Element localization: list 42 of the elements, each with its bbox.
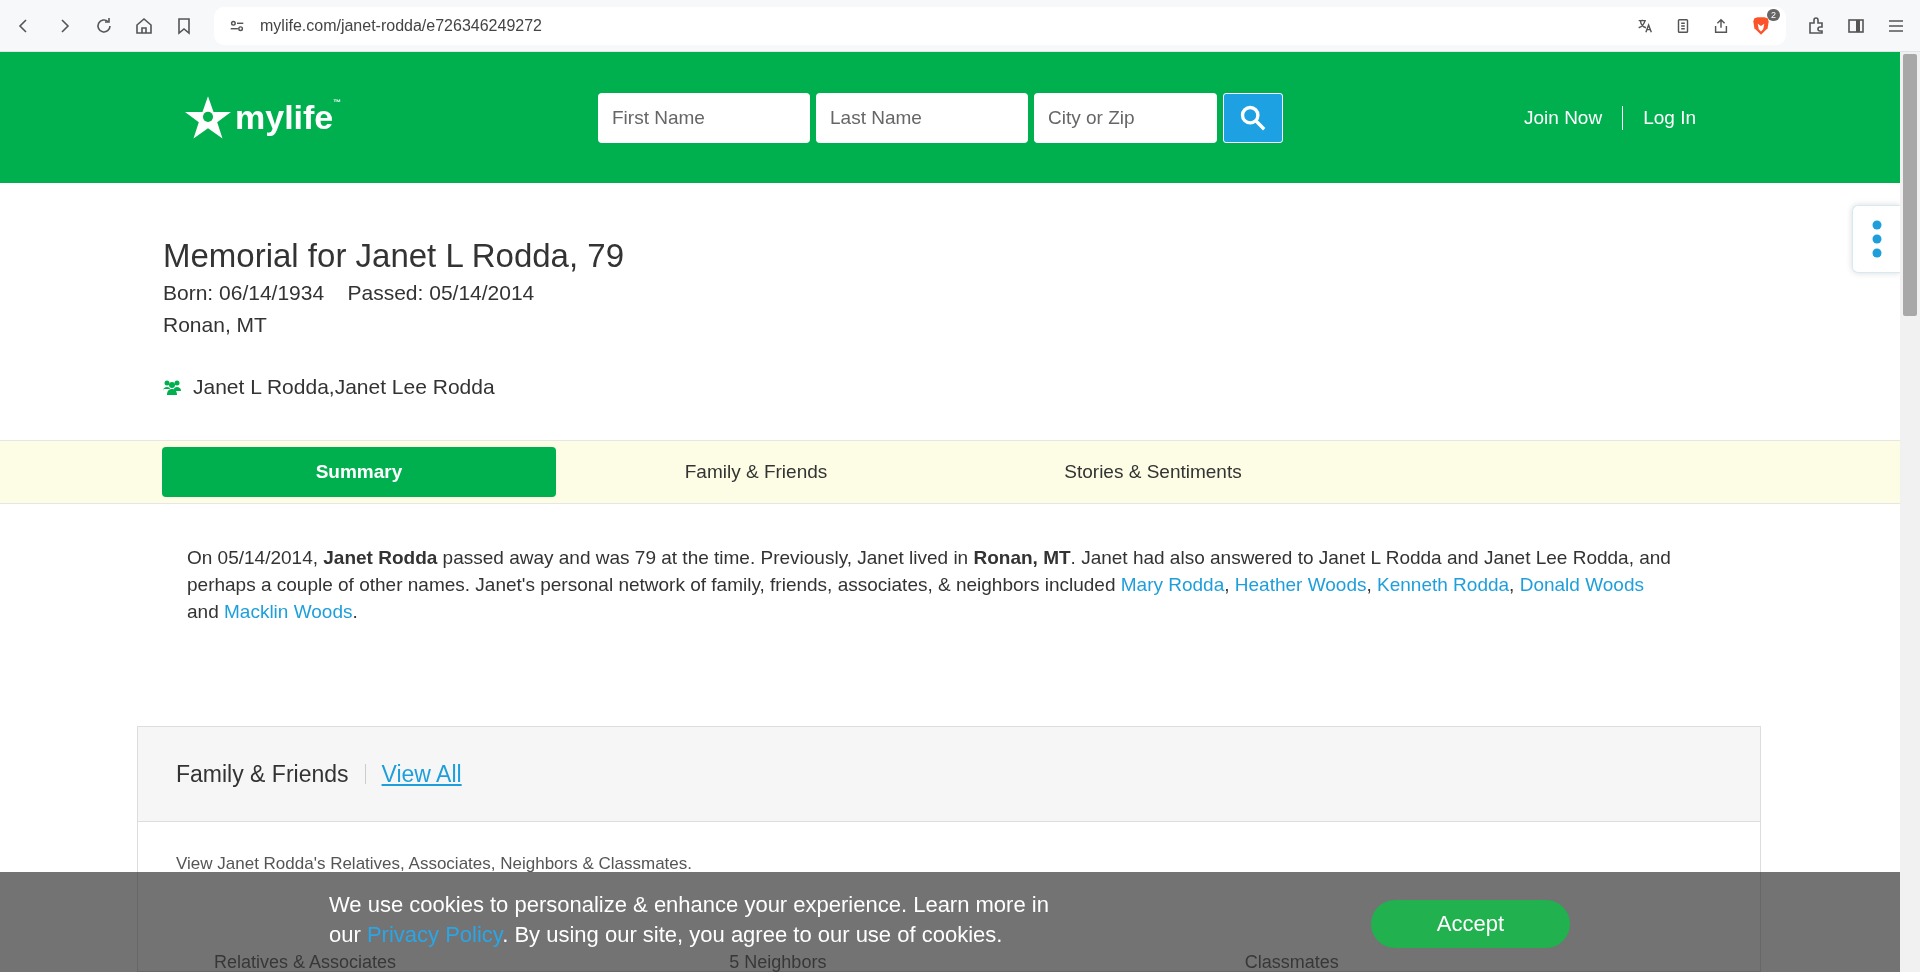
search-icon <box>1239 103 1267 132</box>
reload-icon[interactable] <box>94 15 114 36</box>
column-heading: Relatives & Associates <box>214 953 398 971</box>
tab[interactable]: Family & Friends <box>559 447 953 498</box>
passed-date: Passed: 05/14/2014 <box>347 281 535 305</box>
search-field[interactable]: First Name <box>598 92 810 143</box>
nav-link[interactable]: Join Now <box>1524 106 1603 129</box>
scrollbar-thumb[interactable] <box>1903 54 1917 316</box>
tab[interactable]: Stories & Sentiments <box>956 447 1350 498</box>
star-logo-icon <box>185 95 231 140</box>
born-date: Born: 06/14/1934 <box>163 281 325 305</box>
card-intro: View Janet Rodda's Relatives, Associates, Neighbors & Classmates. <box>175 853 693 874</box>
logo-text[interactable]: mylife$^{™}$ <box>235 98 342 138</box>
search-button[interactable] <box>1223 92 1283 143</box>
card-title: Family & Friends <box>176 760 349 788</box>
more-options-icon[interactable] <box>1871 219 1882 259</box>
extensions-icon[interactable] <box>1806 15 1826 36</box>
memorial-title: Memorial for Janet L Rodda, 79 <box>163 236 625 277</box>
search-field[interactable]: City or Zip <box>1034 92 1217 143</box>
privacy-policy-link[interactable]: Privacy Policy <box>366 922 503 947</box>
person-link[interactable]: Mary Rodda <box>1120 573 1225 595</box>
summary-paragraph: On 05/14/2014, Janet Rodda passed away and was 79 at the time. Previously, Janet lived in Ronan, MT. Janet had also answered to Janet L Rodda and Janet Lee Rodda, and perhaps a couple of other names. Janet's personal network of family, friends, associates, & neighbors included Mary Rodda, Heather Woods, Kenneth Rodda, Donald Woods and Macklin Woods. <box>187 545 1672 624</box>
person-link[interactable]: Heather Woods <box>1234 573 1367 595</box>
column-heading: 5 Neighbors <box>729 953 828 971</box>
location-text: Ronan, MT <box>163 312 268 339</box>
lion-shield-icon[interactable] <box>1750 14 1772 37</box>
search-field[interactable]: Last Name <box>816 92 1028 143</box>
aliases-text: Janet L Rodda,Janet Lee Rodda <box>193 375 495 400</box>
nav-link[interactable]: Log In <box>1643 106 1696 129</box>
person-link[interactable]: Macklin Woods <box>224 600 353 622</box>
cookie-notice: We use cookies to personalize & enhance your experience. Learn more in our Privacy Policy. By using our site, you agree to our use of cookies. <box>329 891 1050 949</box>
person-link[interactable]: Donald Woods <box>1519 573 1644 595</box>
column-heading: Classmates <box>1244 953 1340 971</box>
home-icon[interactable] <box>134 15 154 36</box>
tab[interactable]: Summary <box>162 447 556 498</box>
share-icon[interactable] <box>1712 16 1730 35</box>
url-text[interactable]: mylife.com/janet-rodda/e726346249272 <box>260 16 542 35</box>
extension-badge: 2 <box>1767 8 1780 21</box>
people-icon <box>163 379 181 396</box>
person-link[interactable]: Kenneth Rodda <box>1377 573 1510 595</box>
view-all-link[interactable]: View All <box>381 760 462 788</box>
accept-button[interactable]: Accept <box>1371 900 1570 948</box>
